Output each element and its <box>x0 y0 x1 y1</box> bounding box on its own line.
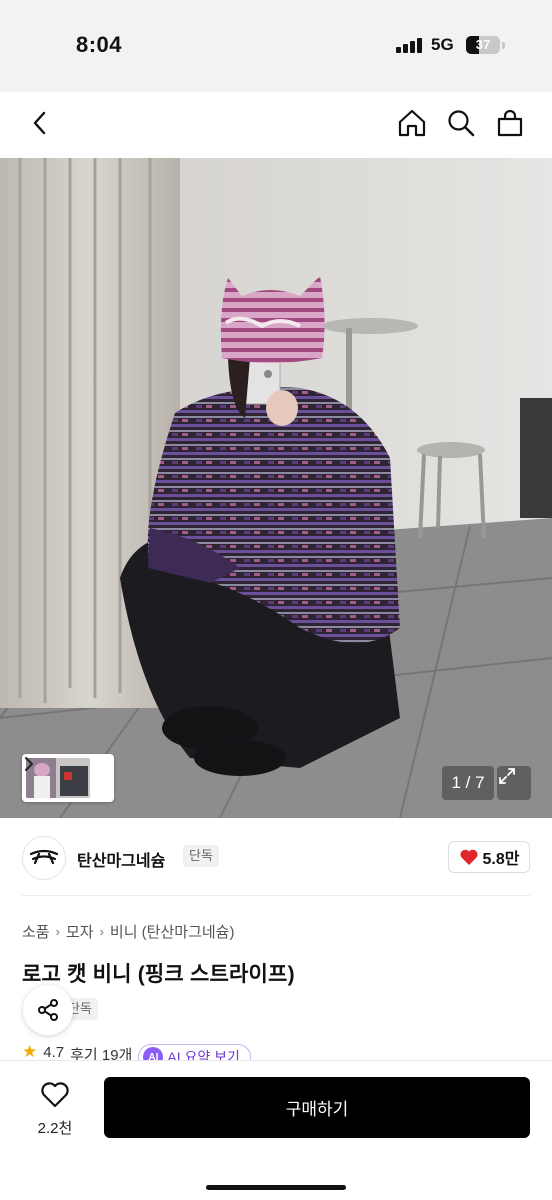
photo-counter: 1 / 7 <box>442 766 494 800</box>
chevron-right-icon: › <box>55 924 60 939</box>
review-count[interactable]: 후기 19개 <box>70 1044 132 1060</box>
chevron-right-icon <box>25 757 34 771</box>
back-button[interactable] <box>22 105 58 141</box>
brand-like-button[interactable]: 5.8만 <box>448 841 530 873</box>
search-icon <box>448 110 475 137</box>
search-button[interactable] <box>443 105 479 141</box>
divider <box>22 895 530 896</box>
rating-row: ★ 4.7 후기 19개 AI AI 요약 보기 <box>22 1044 251 1060</box>
expand-button[interactable] <box>497 766 531 800</box>
expand-icon <box>499 768 515 784</box>
ai-badge-icon: AI <box>143 1047 164 1060</box>
star-icon: ★ <box>22 1044 38 1060</box>
rating-value: 4.7 <box>43 1044 65 1060</box>
share-icon <box>38 999 58 1021</box>
status-time: 8:04 <box>76 32 123 57</box>
signal-icon <box>396 37 424 53</box>
home-icon <box>398 109 426 137</box>
status-bar: 8:04 5G 37 <box>0 0 552 92</box>
ai-summary-label: AI 요약 보기 <box>167 1049 240 1060</box>
brand-logo-mark <box>29 849 59 865</box>
photo-thumbnail-strip[interactable] <box>22 754 114 802</box>
shopping-bag-icon <box>497 109 523 137</box>
breadcrumb-item-category[interactable]: 소품 <box>22 921 50 942</box>
cart-button[interactable] <box>492 105 528 141</box>
home-button[interactable] <box>394 105 430 141</box>
share-button[interactable] <box>23 985 73 1035</box>
battery-icon: 37 <box>466 36 500 54</box>
network-label: 5G <box>431 35 454 54</box>
brand-exclusive-tag: 단독 <box>183 845 219 867</box>
chevron-right-icon: › <box>99 924 104 939</box>
product-photo[interactable]: 1 / 7 <box>0 158 552 818</box>
breadcrumb-item-subcategory[interactable]: 모자 <box>66 921 94 942</box>
wishlist-button[interactable]: 2.2천 <box>30 1079 80 1139</box>
brand-row[interactable]: 탄산마그네슘 단독 5.8만 <box>0 818 552 896</box>
product-photo-image <box>0 158 552 818</box>
product-title: 로고 캣 비니 (핑크 스트라이프) <box>22 963 295 986</box>
buy-button[interactable]: 구매하기 <box>104 1077 530 1138</box>
chevron-left-icon <box>33 111 46 135</box>
wishlist-count: 2.2천 <box>37 1120 73 1137</box>
home-indicator <box>206 1185 346 1190</box>
ai-summary-button[interactable]: AI AI 요약 보기 <box>138 1044 251 1060</box>
brand-like-count: 5.8만 <box>482 851 520 868</box>
nav-bar <box>0 92 552 158</box>
bottom-action-bar: 2.2천 구매하기 <box>0 1060 552 1200</box>
brand-logo[interactable] <box>22 836 66 880</box>
heart-outline-icon <box>41 1082 69 1108</box>
battery-level: 37 <box>475 37 491 52</box>
battery-tip <box>502 42 505 49</box>
heart-icon <box>459 849 478 865</box>
breadcrumb-item-current[interactable]: 비니 (탄산마그네슘) <box>110 921 235 942</box>
brand-name[interactable]: 탄산마그네슘 <box>77 847 165 871</box>
breadcrumb: 소품 › 모자 › 비니 (탄산마그네슘) <box>22 921 234 942</box>
